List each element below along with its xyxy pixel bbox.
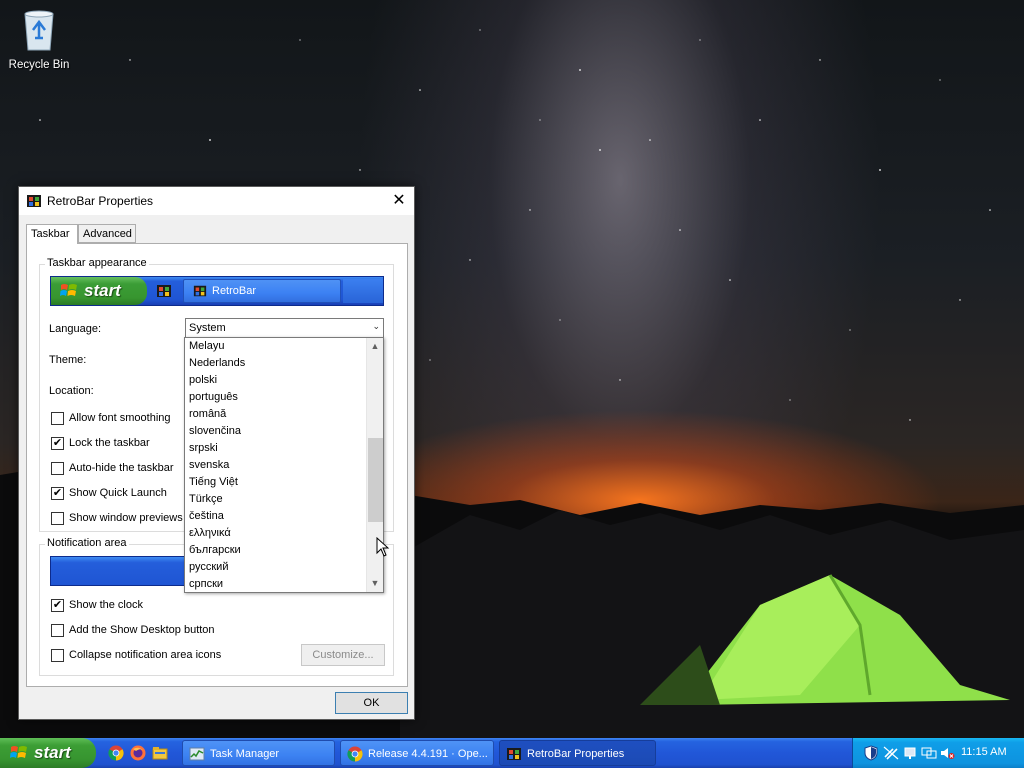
- task-manager-icon: [189, 747, 205, 761]
- task-button-task-manager[interactable]: Task Manager: [182, 740, 335, 766]
- checkbox-box[interactable]: ✔: [51, 487, 64, 500]
- window-titlebar[interactable]: RetroBar Properties ✕: [19, 187, 414, 215]
- taskbar: start Task Manager Release 4.4.191 · Ope…: [0, 738, 1024, 768]
- retrobar-icon: [157, 285, 171, 297]
- scroll-up-icon[interactable]: ▲: [367, 338, 383, 355]
- firefox-icon[interactable]: [130, 745, 146, 761]
- file-explorer-icon[interactable]: [152, 745, 168, 761]
- customize-button[interactable]: Customize...: [301, 644, 385, 666]
- windows-flag-icon: [60, 284, 77, 296]
- muted-connection-icon[interactable]: [883, 745, 899, 761]
- language-label: Language:: [49, 323, 101, 335]
- checkbox-label: Show Quick Launch: [69, 487, 167, 499]
- language-option[interactable]: română: [189, 408, 226, 425]
- language-select[interactable]: System ⌄: [185, 318, 384, 339]
- notification-tray: 11:15 AM: [852, 738, 1024, 768]
- chrome-icon: [347, 746, 363, 762]
- window-title: RetroBar Properties: [47, 194, 154, 208]
- network-icon[interactable]: [903, 745, 919, 761]
- checkbox-label: Auto-hide the taskbar: [69, 462, 174, 474]
- scroll-thumb[interactable]: [368, 438, 383, 522]
- start-label: start: [34, 743, 71, 762]
- ok-button[interactable]: OK: [335, 692, 408, 714]
- taskbar-clock[interactable]: 11:15 AM: [961, 746, 1007, 758]
- checkbox-box[interactable]: ✔: [51, 437, 64, 450]
- language-option[interactable]: svenska: [189, 459, 229, 476]
- retrobar-icon: [507, 748, 521, 760]
- checkbox-box[interactable]: [51, 624, 64, 637]
- language-option[interactable]: Melayu: [189, 340, 224, 357]
- checkbox-box[interactable]: [51, 649, 64, 662]
- language-option[interactable]: polski: [189, 374, 217, 391]
- checkbox-label: Show the clock: [69, 599, 143, 611]
- mouse-cursor-icon: [376, 537, 390, 557]
- preview-task-button: RetroBar: [183, 279, 341, 303]
- retrobar-icon: [27, 195, 41, 207]
- checkbox-box[interactable]: [51, 462, 64, 475]
- tab-advanced[interactable]: Advanced: [78, 224, 136, 243]
- task-button-chrome[interactable]: Release 4.4.191 · Ope...: [340, 740, 494, 766]
- scroll-down-icon[interactable]: ▼: [367, 575, 383, 592]
- tab-taskbar[interactable]: Taskbar: [26, 224, 78, 244]
- group-label: Taskbar appearance: [45, 257, 149, 269]
- windows-flag-icon: [10, 746, 27, 758]
- task-label: RetroBar Properties: [527, 748, 625, 760]
- task-label: Task Manager: [210, 748, 280, 760]
- language-option[interactable]: српски: [189, 578, 223, 592]
- checkbox-box[interactable]: [51, 512, 64, 525]
- preview-task-label: RetroBar: [212, 285, 257, 297]
- language-option[interactable]: srpski: [189, 442, 218, 459]
- group-label: Notification area: [45, 537, 129, 549]
- start-button[interactable]: start: [0, 738, 96, 768]
- close-icon: ✕: [392, 192, 406, 209]
- checkbox-label: Add the Show Desktop button: [69, 624, 215, 636]
- chrome-icon[interactable]: [108, 745, 124, 761]
- checkbox-label: Allow font smoothing: [69, 412, 171, 424]
- language-option[interactable]: Türkçe: [189, 493, 223, 510]
- task-label: Release 4.4.191 · Ope...: [368, 748, 488, 760]
- language-option[interactable]: български: [189, 544, 241, 561]
- preview-tray-area: [343, 279, 383, 303]
- volume-muted-icon[interactable]: [939, 745, 955, 761]
- language-option[interactable]: čeština: [189, 510, 224, 527]
- checkbox-label: Show window previews: [69, 512, 183, 524]
- theme-label: Theme:: [49, 354, 87, 366]
- language-select-value: System: [189, 322, 226, 334]
- checkbox-box[interactable]: ✔: [51, 599, 64, 612]
- language-option[interactable]: Nederlands: [189, 357, 245, 374]
- language-option[interactable]: slovenčina: [189, 425, 241, 442]
- task-button-retrobar-properties[interactable]: RetroBar Properties: [499, 740, 656, 766]
- recycle-bin-icon: [24, 10, 54, 51]
- taskbar-preview: start RetroBar: [50, 276, 384, 306]
- checkbox-box[interactable]: [51, 412, 64, 425]
- language-option[interactable]: português: [189, 391, 238, 408]
- preview-start-label: start: [84, 281, 121, 300]
- network-disconnected-icon[interactable]: [921, 745, 937, 761]
- checkbox-label: Lock the taskbar: [69, 437, 150, 449]
- location-label: Location:: [49, 385, 94, 397]
- retrobar-icon: [193, 285, 207, 297]
- desktop-icon-recycle-bin[interactable]: Recycle Bin: [6, 8, 72, 71]
- close-button[interactable]: ✕: [384, 187, 414, 215]
- checkbox-label: Collapse notification area icons: [69, 649, 222, 661]
- language-option[interactable]: русский: [189, 561, 228, 578]
- chevron-down-icon: ⌄: [372, 321, 380, 331]
- desktop-icon-label: Recycle Bin: [8, 59, 70, 71]
- language-option[interactable]: ελληνικά: [189, 527, 231, 544]
- language-option[interactable]: Tiếng Việt: [189, 476, 238, 493]
- language-dropdown-list[interactable]: Melayu Nederlands polski português român…: [184, 337, 384, 593]
- security-shield-icon[interactable]: [863, 745, 879, 761]
- preview-start-button: start: [51, 277, 147, 305]
